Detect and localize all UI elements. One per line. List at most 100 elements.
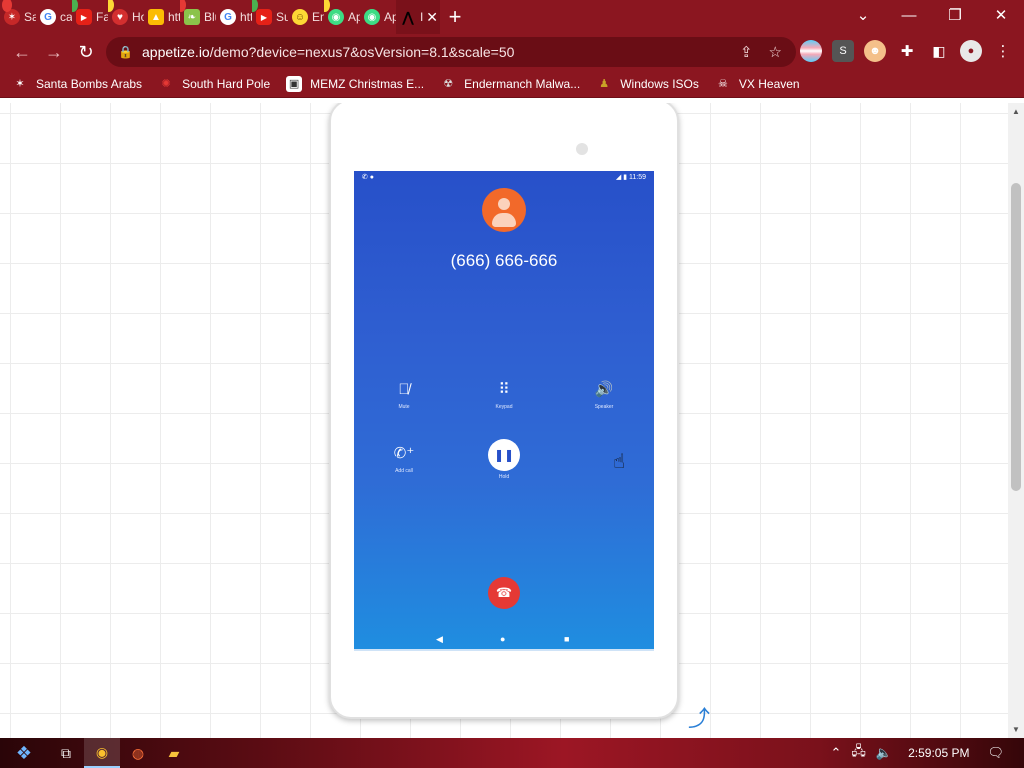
arrow-left-icon: ← [13,41,31,62]
raccoon-icon: ☢ [443,78,454,90]
network-icon[interactable]: 🖧 [851,742,866,764]
system-tray: ⌃ 🖧 🔈 2:59:05 PM 🗨 [831,738,1024,768]
bookmark-label: Santa Bombs Arabs [36,76,143,91]
tab-4[interactable]: ♥ Hor [108,0,144,34]
bookmark-windows-isos[interactable]: ♟ Windows ISOs [596,76,699,92]
scroll-down-icon[interactable]: ▼ [1012,725,1020,734]
tab-label: San [24,10,36,24]
tab-1[interactable]: ✶ San [0,0,36,34]
tab-6[interactable]: ❧ Blue [180,0,216,34]
curved-arrow-icon: ⤴ [688,706,711,731]
tab-label: I [420,10,424,24]
speaker-button[interactable]: 🔊 Speaker [574,379,634,410]
face-extension-icon[interactable]: ☻ [864,40,886,62]
santa-icon: ✶ [15,78,25,90]
volume-icon[interactable]: 🔈 [876,745,892,761]
tab-2[interactable]: G calc [36,0,72,34]
new-tab-button[interactable]: + [440,0,470,34]
tab-label: calc [60,10,72,24]
status-right: ◢ ▮ 11:59 [616,173,646,181]
bookmark-vx-heaven[interactable]: ☠ VX Heaven [715,76,800,92]
restore-button[interactable]: ❐ [932,0,978,30]
hand-cursor-icon: ☝ [613,451,626,473]
tab-10[interactable]: ◉ Apk [324,0,360,34]
mute-button[interactable]: 🎙̸ Mute [374,379,434,410]
dialpad-icon: ⠿ [498,381,510,398]
emulator-screen[interactable]: ✆ ● ◢ ▮ 11:59 (666) 666-666 🎙̸ Mute ⠿ Ke… [354,171,654,651]
profile-avatar-icon[interactable]: ● [960,40,982,62]
bookmark-south-hard-pole[interactable]: ✺ South Hard Pole [158,76,270,92]
tab-8[interactable]: ▶ Surf [252,0,288,34]
firefox-taskbar-button[interactable]: ◍ [120,738,156,768]
star-icon[interactable]: ☆ [769,43,782,61]
signal-icon: ◢ ▮ [615,174,629,181]
omnibox-actions: ⇪ ☆ [740,43,782,61]
task-view-button[interactable]: ⧉ [48,738,84,768]
keypad-button[interactable]: ⠿ Keypad [474,379,534,410]
skull-icon: ☠ [717,78,728,90]
gear-icon: ✺ [161,78,171,90]
close-window-button[interactable]: ✕ [978,0,1024,30]
contact-avatar [482,188,526,232]
scroll-up-icon[interactable]: ▲ [1012,107,1020,116]
side-panel-icon[interactable]: ◧ [928,40,950,62]
reload-icon: ↻ [78,41,94,62]
task-view-icon: ⧉ [61,744,71,761]
tab-11[interactable]: ◉ Apk [360,0,396,34]
share-icon[interactable]: ⇪ [740,43,753,61]
bookmark-santa-bombs[interactable]: ✶ Santa Bombs Arabs [12,76,142,92]
bookmark-endermanch[interactable]: ☢ Endermanch Malwa... [440,76,580,92]
restore-icon: ❐ [948,7,962,24]
start-button[interactable]: ❖ [0,738,48,768]
tab-3[interactable]: ▶ Fam [72,0,108,34]
home-circle-icon[interactable]: ● [500,634,505,644]
tab-active-appetize[interactable]: ⋀ I ✕ [396,0,440,34]
forward-button[interactable]: → [38,36,70,68]
avatar-head [498,198,510,210]
page-scrollbar[interactable]: ▲ ▼ [1008,103,1024,738]
address-bar[interactable]: 🔒 appetize.io/demo?device=nexus7&osVersi… [106,37,796,67]
chevron-up-icon[interactable]: ⌃ [831,745,842,761]
back-triangle-icon[interactable]: ◀ [436,634,443,645]
reload-button[interactable]: ↻ [70,36,102,68]
bookmark-label: South Hard Pole [182,76,271,91]
tab-label: Apk [348,10,360,24]
tab-5[interactable]: ▲ http [144,0,180,34]
scrollbar-thumb[interactable] [1011,183,1021,491]
minimize-button[interactable]: — [886,0,932,30]
speaker-icon: 🔊 [594,381,614,398]
close-tab-icon[interactable]: ✕ [426,9,438,26]
chrome-icon: ◉ [95,743,109,760]
bookmark-memz[interactable]: ▣ MEMZ Christmas E... [286,75,424,92]
chrome-taskbar-button[interactable]: ◉ [84,738,120,768]
tab-strip: ✶ San G calc ▶ Fam ♥ Hor ▲ http ❧ Blue G… [0,0,1024,34]
kebab-menu-icon[interactable]: ⋮ [992,40,1014,62]
tab-9[interactable]: ☺ Emo [288,0,324,34]
tab-7[interactable]: G http [216,0,252,34]
tab-search-button[interactable]: ⌄ [840,0,886,30]
recents-square-icon[interactable]: ■ [564,634,569,644]
hold-label: Hold [498,474,510,480]
windows-taskbar: ❖ ⧉ ◉ ◍ ▰ ⌃ 🖧 🔈 2:59:05 PM 🗨 [0,738,1024,768]
hold-button[interactable]: ❚❚ Hold [474,439,534,480]
page-viewport: ✆ ● ◢ ▮ 11:59 (666) 666-666 🎙̸ Mute ⠿ Ke… [0,103,1008,738]
add-call-button[interactable]: ✆⁺ Add call [374,443,434,474]
tab-label: Emo [312,10,324,24]
keypad-label: Keypad [495,404,513,410]
flag-extension-icon[interactable] [800,40,822,62]
notifications-icon[interactable]: 🗨 [987,745,1004,761]
plus-icon: + [448,4,462,29]
end-call-button[interactable]: ☎ [488,577,520,609]
chevron-down-icon: ⌄ [856,7,870,24]
caller-number: (666) 666-666 [450,251,558,270]
mic-off-icon: 🎙̸ [398,381,410,398]
close-icon: ✕ [994,7,1008,24]
back-button[interactable]: ← [6,36,38,68]
puzzle-icon[interactable]: ✚ [896,40,918,62]
extension-letter: S [839,45,847,57]
android-status-bar: ✆ ● ◢ ▮ 11:59 [354,171,654,183]
christmas-light-icon [108,0,114,12]
taskbar-clock[interactable]: 2:59:05 PM [908,746,969,760]
explorer-taskbar-button[interactable]: ▰ [156,738,192,768]
s-extension-icon[interactable]: S [832,40,854,62]
